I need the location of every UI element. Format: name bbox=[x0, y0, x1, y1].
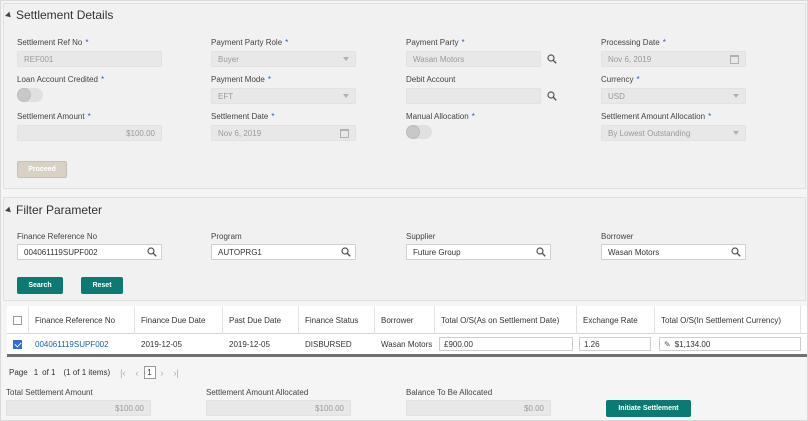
section-title: Settlement Details bbox=[16, 8, 114, 22]
total-settlement-field[interactable]: ✎ $1,134.00 bbox=[659, 337, 801, 351]
payment-party-label: Payment Party * bbox=[406, 38, 465, 47]
next-page-icon[interactable]: › bbox=[161, 368, 164, 378]
column-header[interactable]: Past Due Date bbox=[223, 306, 299, 334]
prev-page-icon[interactable]: ‹ bbox=[136, 368, 139, 378]
settlement-screen: Settlement Details Settlement Ref No * RE… bbox=[0, 0, 808, 421]
row-select-cell[interactable] bbox=[7, 334, 29, 354]
settlement-details-header[interactable]: Settlement Details bbox=[5, 8, 114, 22]
total-settlement-label: Total Settlement Amount bbox=[6, 388, 93, 397]
initiate-settlement-button[interactable]: Initiate Settlement bbox=[606, 400, 691, 417]
amount-allocated-label: Settlement Amount Allocated bbox=[206, 388, 309, 397]
column-header[interactable]: Borrower bbox=[375, 306, 435, 334]
filter-parameter-header[interactable]: Filter Parameter bbox=[5, 203, 103, 217]
page-label: Page bbox=[9, 368, 28, 377]
chevron-down-icon bbox=[733, 94, 739, 98]
pagination: Page 1 of 1 (1 of 1 items) |‹ ‹ 1 › ›| bbox=[9, 366, 184, 379]
finance-ref-link[interactable]: 004061119SUPF002 bbox=[29, 334, 135, 354]
calendar-icon bbox=[730, 55, 739, 64]
page-items-count: (1 of 1 items) bbox=[63, 368, 111, 377]
borrower-cell: Wasan Motors bbox=[381, 339, 433, 349]
total-settlement-field: $100.00 bbox=[6, 400, 151, 416]
last-page-icon[interactable]: ›| bbox=[174, 368, 179, 378]
row-checkbox[interactable] bbox=[13, 339, 22, 349]
column-header[interactable]: Total O/S(In Settlement Currency) bbox=[655, 306, 801, 334]
total-os-field[interactable]: £900.00 bbox=[439, 337, 573, 351]
settlement-date-label: Settlement Date * bbox=[211, 112, 275, 121]
balance-label: Balance To Be Allocated bbox=[406, 388, 493, 397]
search-icon[interactable] bbox=[143, 244, 161, 260]
search-icon[interactable] bbox=[727, 244, 745, 260]
page-number: 1 bbox=[33, 368, 39, 377]
ref-no-label: Settlement Ref No * bbox=[17, 38, 89, 47]
loan-credited-toggle[interactable] bbox=[17, 88, 43, 102]
borrower-label: Borrower bbox=[601, 232, 634, 241]
page-of-label: of 1 bbox=[42, 368, 56, 377]
party-role-label: Payment Party Role * bbox=[211, 38, 289, 47]
finance-due-date-cell: 2019-12-05 bbox=[141, 339, 182, 349]
debit-account-field[interactable] bbox=[406, 88, 541, 104]
settlement-amount-field: $100.00 bbox=[17, 125, 162, 141]
column-header[interactable]: Exchange Rate bbox=[577, 306, 655, 334]
select-all-checkbox[interactable] bbox=[13, 315, 22, 325]
current-page-button[interactable]: 1 bbox=[143, 366, 156, 379]
payment-mode-select[interactable]: EFT bbox=[211, 88, 356, 104]
payment-mode-label: Payment Mode * bbox=[211, 75, 271, 84]
program-label: Program bbox=[211, 232, 242, 241]
search-icon[interactable] bbox=[543, 88, 561, 104]
finance-status-cell: DISBURSED bbox=[305, 339, 352, 349]
column-header[interactable]: I bbox=[801, 306, 807, 334]
processing-date-field: Nov 6, 2019 bbox=[601, 51, 746, 67]
loan-credited-label: Loan Account Credited * bbox=[17, 75, 105, 84]
settlement-date-field: Nov 6, 2019 bbox=[211, 125, 356, 141]
reset-button[interactable]: Reset bbox=[81, 277, 123, 294]
collapse-triangle-icon[interactable] bbox=[5, 206, 13, 214]
processing-date-label: Processing Date * bbox=[601, 38, 666, 47]
table-header: Finance Reference No Finance Due Date Pa… bbox=[7, 306, 807, 334]
ref-no-field: REF001 bbox=[17, 51, 162, 67]
table-row[interactable]: 004061119SUPF002 2019-12-05 2019-12-05 D… bbox=[7, 334, 807, 357]
program-input[interactable]: AUTOPRG1 bbox=[211, 244, 356, 260]
toggle-knob bbox=[406, 125, 420, 139]
finance-ref-label: Finance Reference No bbox=[17, 232, 98, 241]
finance-ref-input[interactable]: 004061119SUPF002 bbox=[17, 244, 162, 260]
allocation-method-label: Settlement Amount Allocation * bbox=[601, 112, 712, 121]
currency-label: Currency * bbox=[601, 75, 640, 84]
allocation-method-select[interactable]: By Lowest Outstanding bbox=[601, 125, 746, 141]
search-button[interactable]: Search bbox=[17, 277, 63, 294]
amount-allocated-field: $100.00 bbox=[206, 400, 351, 416]
supplier-input[interactable]: Future Group bbox=[406, 244, 551, 260]
manual-allocation-label: Manual Allocation * bbox=[406, 112, 475, 121]
debit-account-label: Debit Account bbox=[406, 75, 456, 84]
payment-party-field[interactable]: Wasan Motors bbox=[406, 51, 541, 67]
balance-field: $0.00 bbox=[406, 400, 551, 416]
edit-icon[interactable]: ✎ bbox=[664, 340, 671, 349]
currency-select[interactable]: USD bbox=[601, 88, 746, 104]
select-all-header[interactable] bbox=[7, 306, 29, 334]
search-icon[interactable] bbox=[337, 244, 355, 260]
first-page-icon[interactable]: |‹ bbox=[120, 368, 125, 378]
search-icon[interactable] bbox=[543, 51, 561, 67]
manual-allocation-toggle[interactable] bbox=[406, 125, 432, 139]
chevron-down-icon bbox=[733, 131, 739, 135]
proceed-button[interactable]: Proceed bbox=[17, 161, 67, 178]
collapse-triangle-icon[interactable] bbox=[5, 11, 13, 19]
settlement-amount-label: Settlement Amount * bbox=[17, 112, 91, 121]
calendar-icon bbox=[340, 129, 349, 138]
past-due-date-cell: 2019-12-05 bbox=[229, 339, 270, 349]
exchange-rate-field[interactable]: 1.26 bbox=[579, 337, 651, 351]
section-title: Filter Parameter bbox=[16, 203, 103, 217]
supplier-label: Supplier bbox=[406, 232, 436, 241]
column-header[interactable]: Total O/S(As on Settlement Date) bbox=[435, 306, 577, 334]
search-icon[interactable] bbox=[532, 244, 550, 260]
chevron-down-icon bbox=[343, 94, 349, 98]
chevron-down-icon bbox=[343, 57, 349, 61]
column-header[interactable]: Finance Due Date bbox=[135, 306, 223, 334]
column-header[interactable]: Finance Reference No bbox=[29, 306, 135, 334]
borrower-input[interactable]: Wasan Motors bbox=[601, 244, 746, 260]
party-role-select[interactable]: Buyer bbox=[211, 51, 356, 67]
column-header[interactable]: Finance Status bbox=[299, 306, 375, 334]
toggle-knob bbox=[17, 88, 31, 102]
